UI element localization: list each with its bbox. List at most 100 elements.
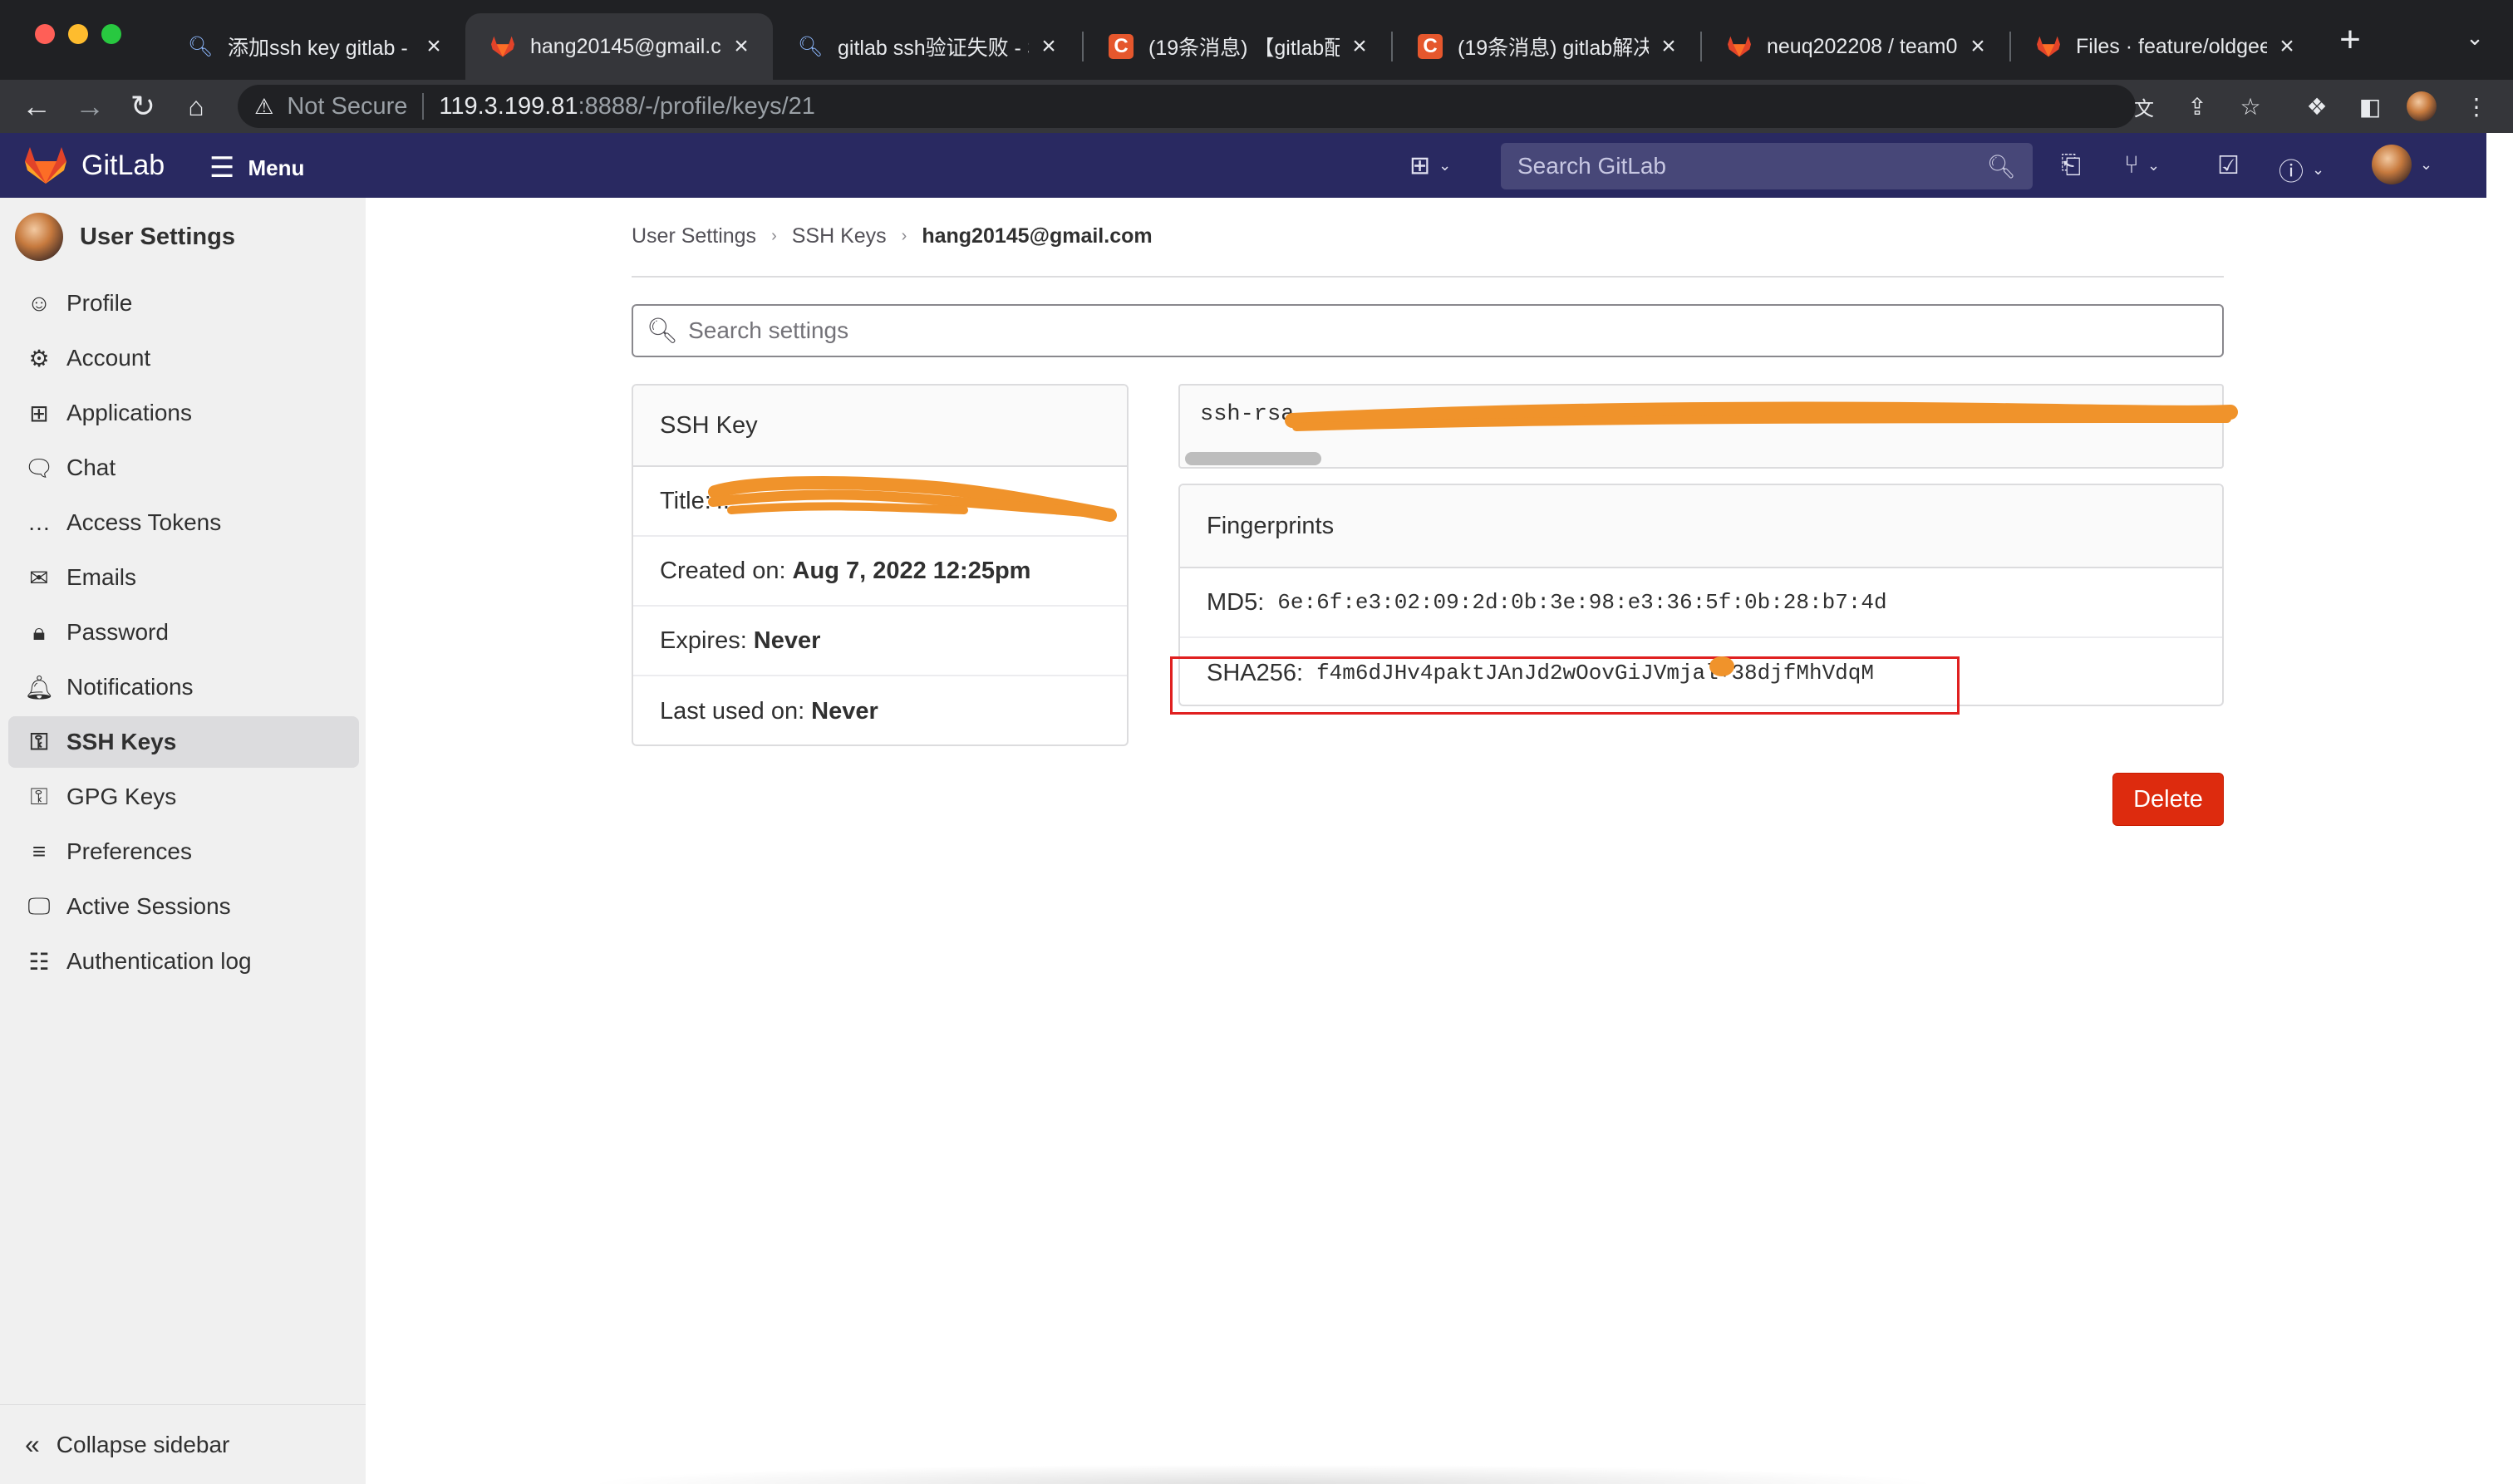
home-icon[interactable]: ⌂ bbox=[176, 86, 216, 126]
card-header: SSH Key bbox=[633, 386, 1127, 467]
sidebar-context-title: User Settings bbox=[80, 223, 235, 250]
gitlab-brand[interactable]: GitLab bbox=[81, 150, 165, 182]
sidebar-item-label: Notifications bbox=[66, 674, 194, 700]
side-panel-icon[interactable]: ◧ bbox=[2355, 91, 2385, 121]
issues-icon[interactable]: ⎗ bbox=[2061, 151, 2081, 179]
back-arrow-icon[interactable]: ← bbox=[17, 86, 57, 126]
breadcrumb: User Settings › SSH Keys › hang20145@gma… bbox=[632, 224, 1153, 248]
browser-tab[interactable]: Files · feature/oldgee × bbox=[2011, 13, 2319, 80]
horizontal-scrollbar[interactable] bbox=[1185, 452, 1321, 465]
browser-tab-bar: 🔍︎ 添加ssh key gitlab - S × hang20145@gmai… bbox=[0, 0, 2513, 80]
browser-tab-active[interactable]: hang20145@gmail.co × bbox=[465, 13, 773, 80]
tab-title: (19条消息) gitlab解决 bbox=[1458, 37, 1649, 60]
merge-requests-button[interactable]: ⑂ ⌄ bbox=[2124, 151, 2160, 179]
profile-avatar[interactable] bbox=[2407, 91, 2437, 121]
bookmark-star-icon[interactable]: ☆ bbox=[2235, 91, 2265, 121]
close-tab-icon[interactable]: × bbox=[730, 32, 753, 60]
extensions-puzzle-icon[interactable]: ❖ bbox=[2302, 91, 2332, 121]
last-used-row: Last used on: Never bbox=[633, 676, 1127, 744]
sidebar-item-emails[interactable]: ✉ Emails bbox=[8, 552, 359, 603]
browser-tab[interactable]: C (19条消息) gitlab解决 × bbox=[1393, 13, 1700, 80]
gitlab-logo-icon[interactable] bbox=[25, 146, 66, 184]
sidebar-item-label: Authentication log bbox=[66, 948, 252, 974]
browser-tab[interactable]: 🔍︎ 添加ssh key gitlab - S × bbox=[163, 13, 465, 80]
todos-icon[interactable]: ☑ bbox=[2217, 151, 2240, 180]
close-tab-icon[interactable]: × bbox=[422, 32, 445, 60]
maximize-window-button[interactable] bbox=[101, 24, 121, 44]
sidebar-item-applications[interactable]: ⊞ Applications bbox=[8, 387, 359, 439]
close-tab-icon[interactable]: × bbox=[1657, 32, 1680, 60]
fingerprints-card: Fingerprints MD5: 6e:6f:e3:02:09:2d:0b:3… bbox=[1178, 484, 2224, 706]
reload-icon[interactable]: ↻ bbox=[123, 86, 163, 126]
sidebar-item-gpg-keys[interactable]: ⚿ GPG Keys bbox=[8, 771, 359, 823]
security-status[interactable]: Not Secure bbox=[287, 93, 407, 120]
csdn-icon: C bbox=[1418, 34, 1443, 59]
menu-label: Menu bbox=[248, 155, 305, 180]
sha256-label: SHA256: bbox=[1207, 659, 1304, 686]
sidebar-item-ssh-keys[interactable]: ⚿ SSH Keys bbox=[8, 716, 359, 768]
breadcrumb-link[interactable]: User Settings bbox=[632, 224, 756, 248]
chat-icon: 🗨︎ bbox=[24, 455, 54, 481]
search-input[interactable] bbox=[1517, 153, 1987, 179]
minimize-window-button[interactable] bbox=[68, 24, 88, 44]
browser-menu-icon[interactable]: ⋮ bbox=[2461, 91, 2491, 121]
public-key-display[interactable]: ssh-rsa bbox=[1178, 384, 2224, 469]
sidebar-item-access-tokens[interactable]: … Access Tokens bbox=[8, 497, 359, 548]
breadcrumb-current[interactable]: hang20145@gmail.com bbox=[922, 224, 1152, 248]
sidebar-item-notifications[interactable]: 🔔︎ Notifications bbox=[8, 661, 359, 713]
search-settings-input[interactable] bbox=[688, 317, 2222, 344]
close-tab-icon[interactable]: × bbox=[1966, 32, 1989, 60]
sidebar-item-profile[interactable]: ☺ Profile bbox=[8, 278, 359, 329]
sidebar-item-active-sessions[interactable]: 🖵︎ Active Sessions bbox=[8, 881, 359, 932]
sidebar-item-account[interactable]: ⚙ Account bbox=[8, 332, 359, 384]
gitlab-search[interactable]: 🔍︎ bbox=[1501, 143, 2033, 189]
plus-square-icon: ⊞ bbox=[1409, 152, 1431, 179]
menu-button[interactable]: ☰ Menu bbox=[209, 151, 304, 184]
create-new-button[interactable]: ⊞ ⌄ bbox=[1409, 151, 1451, 180]
collapse-sidebar-button[interactable]: « Collapse sidebar bbox=[0, 1404, 366, 1484]
address-bar[interactable]: ⚠︎ Not Secure 119.3.199.81 :8888/-/profi… bbox=[238, 85, 2136, 128]
sidebar-context-header[interactable]: User Settings bbox=[15, 213, 235, 261]
browser-tab[interactable]: C (19条消息) 【gitlab配 × bbox=[1084, 13, 1391, 80]
sidebar-item-preferences[interactable]: ≡ Preferences bbox=[8, 826, 359, 877]
sidebar-item-chat[interactable]: 🗨︎ Chat bbox=[8, 442, 359, 494]
translate-icon[interactable]: 文 bbox=[2129, 91, 2159, 121]
browser-tab[interactable]: neuq202208 / team0 × bbox=[1702, 13, 2009, 80]
hamburger-icon: ☰ bbox=[209, 152, 235, 184]
tab-title: 添加ssh key gitlab - S bbox=[228, 37, 414, 60]
close-tab-icon[interactable]: × bbox=[2275, 32, 2299, 60]
sidebar-item-label: Active Sessions bbox=[66, 893, 231, 919]
md5-value: 6e:6f:e3:02:09:2d:0b:3e:98:e3:36:5f:0b:2… bbox=[1277, 590, 1887, 615]
search-icon: 🔍︎ bbox=[797, 35, 824, 58]
key-title-label: Title: bbox=[660, 487, 711, 514]
created-value: Aug 7, 2022 12:25pm bbox=[792, 557, 1031, 584]
expires-label: Expires: bbox=[660, 627, 747, 654]
sidebar-item-password[interactable]: 🔒︎ Password bbox=[8, 607, 359, 658]
browser-tab[interactable]: 🔍︎ gitlab ssh验证失败 - S × bbox=[773, 13, 1080, 80]
close-window-button[interactable] bbox=[35, 24, 55, 44]
merge-request-icon: ⑂ bbox=[2124, 151, 2139, 179]
tab-search-icon[interactable]: ⌄ bbox=[2460, 25, 2490, 55]
close-tab-icon[interactable]: × bbox=[1348, 32, 1371, 60]
sidebar-item-label: GPG Keys bbox=[66, 784, 177, 809]
sidebar-item-label: Emails bbox=[66, 564, 137, 590]
sidebar-item-label: SSH Keys bbox=[66, 729, 177, 754]
share-icon[interactable]: ⇪ bbox=[2182, 91, 2212, 121]
double-chevron-left-icon: « bbox=[25, 1429, 40, 1459]
new-tab-button[interactable]: + bbox=[2332, 22, 2368, 58]
mail-icon: ✉ bbox=[29, 564, 49, 591]
ssh-key-details-card: SSH Key Title: ... Created on: Aug 7, 20… bbox=[632, 384, 1129, 746]
bell-icon: 🔔︎ bbox=[24, 674, 54, 700]
warning-icon[interactable]: ⚠︎ bbox=[254, 94, 273, 120]
settings-search[interactable]: 🔍︎ bbox=[632, 304, 2224, 357]
close-tab-icon[interactable]: × bbox=[1037, 32, 1060, 60]
expires-row: Expires: Never bbox=[633, 607, 1127, 676]
sidebar-item-authentication-log[interactable]: ☷ Authentication log bbox=[8, 936, 359, 987]
help-button[interactable]: ⓘ ⌄ bbox=[2279, 151, 2324, 188]
tab-title: Files · feature/oldgee bbox=[2076, 34, 2267, 58]
forward-arrow-icon[interactable]: → bbox=[70, 86, 110, 126]
breadcrumb-link[interactable]: SSH Keys bbox=[792, 224, 887, 248]
user-menu-button[interactable]: ⌄ bbox=[2372, 145, 2432, 184]
chevron-down-icon: ⌄ bbox=[2147, 156, 2161, 174]
delete-key-button[interactable]: Delete bbox=[2112, 773, 2224, 826]
